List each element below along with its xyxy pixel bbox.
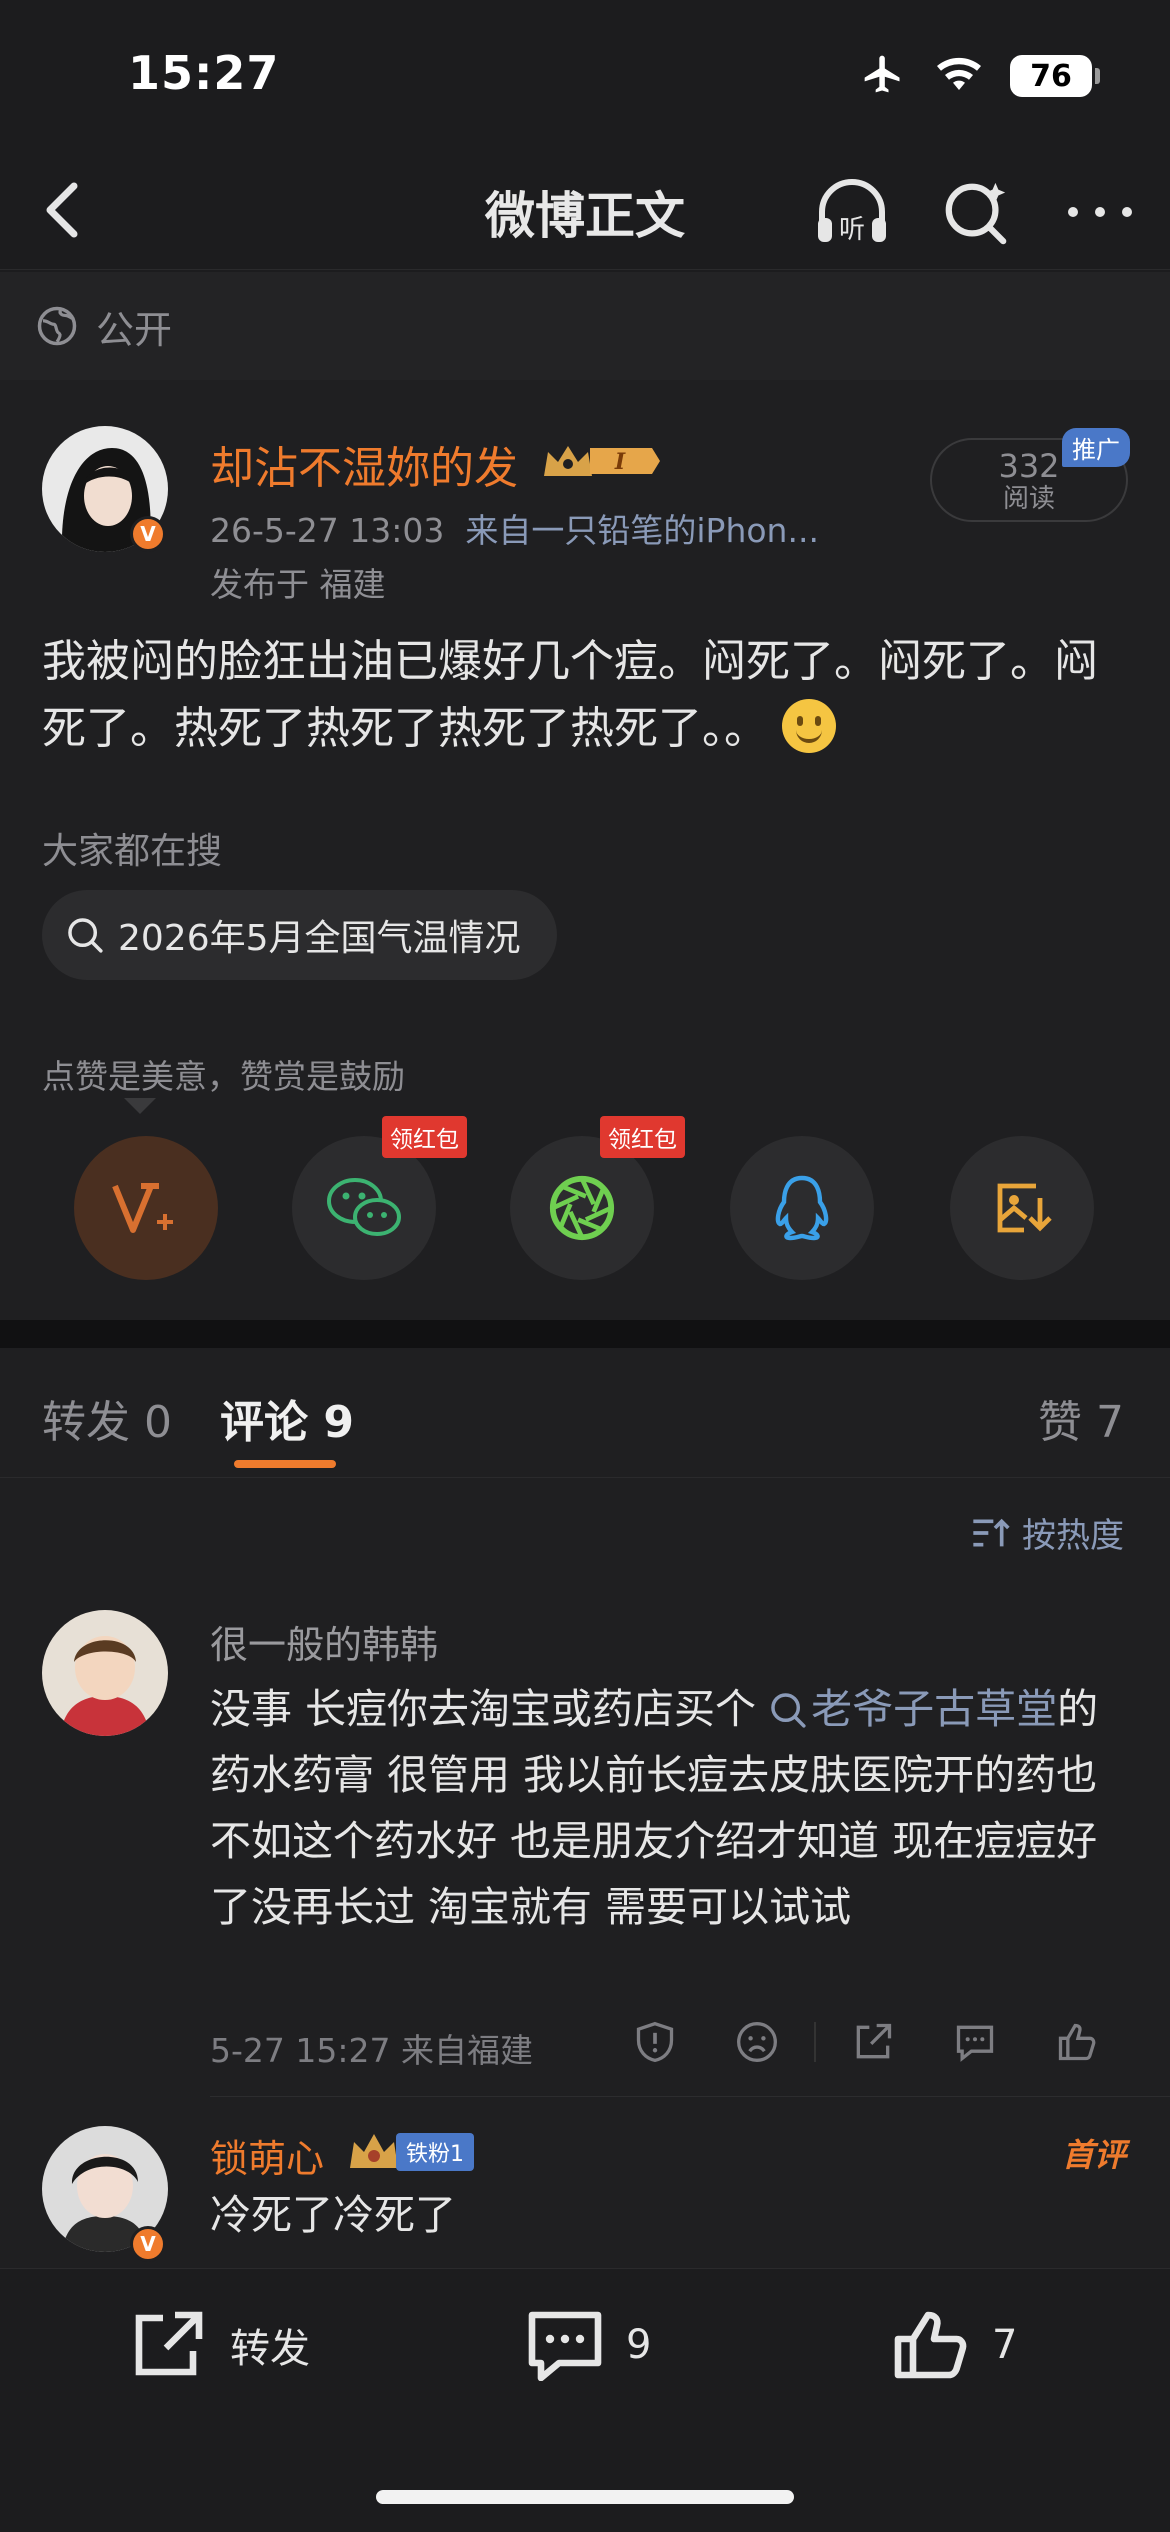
more-dots-icon bbox=[1068, 207, 1132, 217]
comment-actions bbox=[604, 2012, 1128, 2072]
save-image-button[interactable] bbox=[950, 1136, 1094, 1280]
status-bar: 15:27 76 bbox=[0, 0, 1170, 150]
share-qq-button[interactable] bbox=[730, 1136, 874, 1280]
search-button[interactable] bbox=[936, 172, 1016, 252]
visibility-row: 公开 bbox=[0, 272, 1170, 380]
search-icon bbox=[68, 918, 103, 953]
post-location: 发布于 福建 bbox=[210, 565, 386, 604]
battery-indicator: 76 bbox=[1010, 55, 1100, 97]
sad-face-icon bbox=[737, 2022, 777, 2062]
like-count: 7 bbox=[992, 2322, 1018, 2368]
reward-button[interactable] bbox=[74, 1136, 218, 1280]
comment-divider bbox=[210, 2096, 1170, 2097]
active-tab-indicator bbox=[234, 1460, 336, 1468]
status-icons: 76 bbox=[858, 52, 1100, 100]
post-tabs: 转发 0 评论 9 赞 7 bbox=[0, 1348, 1170, 1478]
comment-button[interactable]: 9 bbox=[526, 2309, 651, 2381]
tab-repost[interactable]: 转发 0 bbox=[42, 1386, 172, 1450]
dislike-button[interactable] bbox=[706, 2012, 808, 2072]
verified-badge-icon: V bbox=[130, 516, 166, 552]
fan-badge[interactable]: 铁粉1 bbox=[346, 2130, 474, 2174]
more-button[interactable] bbox=[1060, 172, 1140, 252]
svg-text:听: 听 bbox=[839, 215, 865, 245]
crown-icon bbox=[350, 2134, 398, 2168]
comment-body: 冷死了冷死了 bbox=[210, 2191, 456, 2239]
visibility-label: 公开 bbox=[96, 307, 173, 352]
author-name[interactable]: 却沾不湿妳的发 bbox=[210, 432, 518, 496]
vplus-icon bbox=[112, 1183, 173, 1233]
airplane-icon bbox=[858, 52, 908, 100]
promo-tag[interactable]: 推广 bbox=[1062, 428, 1130, 467]
reply-button[interactable] bbox=[924, 2012, 1026, 2072]
comment-meta: 5-27 15:27 来自福建 bbox=[210, 2031, 533, 2070]
red-packet-tag[interactable]: 领红包 bbox=[382, 1116, 467, 1158]
search-icon bbox=[771, 1693, 806, 1728]
commenter-name[interactable]: 锁萌心 bbox=[210, 2128, 324, 2183]
wifi-icon bbox=[934, 54, 984, 98]
shield-alert-icon bbox=[636, 2021, 674, 2063]
comments-list: 按热度 很一般的韩韩 没事 长痘你去淘宝或药店买个 老爷子古草堂的药水药膏 很管… bbox=[0, 1478, 1170, 2268]
comment-count: 9 bbox=[626, 2322, 652, 2368]
svg-text:I: I bbox=[614, 449, 626, 475]
comment-share-button[interactable] bbox=[822, 2012, 924, 2072]
post-card: V 却沾不湿妳的发 I 26-5-27 13:03 来自一只铅笔的iPhon..… bbox=[0, 380, 1170, 1320]
fan-badge-label: 铁粉1 bbox=[396, 2133, 474, 2171]
comment-like-button[interactable] bbox=[1026, 2012, 1128, 2072]
trending-search-label: 大家都在搜 bbox=[42, 831, 223, 872]
smile-emoji-icon bbox=[782, 699, 836, 753]
nav-bar: 微博正文 听 bbox=[0, 150, 1170, 270]
sort-icon bbox=[973, 1518, 1010, 1546]
share-row: 领红包 领红包 bbox=[0, 1116, 1170, 1286]
thumbs-up-icon bbox=[894, 2311, 967, 2379]
home-indicator[interactable] bbox=[376, 2490, 794, 2504]
sort-label: 按热度 bbox=[1022, 1516, 1124, 1556]
commenter-name[interactable]: 很一般的韩韩 bbox=[210, 1614, 438, 1669]
post-text: 我被闷的脸狂出油已爆好几个痘。闷死了。闷死了。闷死了。热死了热死了热死了热死了。… bbox=[42, 636, 1098, 754]
comment-text: 没事 长痘你去淘宝或药店买个 bbox=[210, 1685, 770, 1733]
comment-icon bbox=[528, 2311, 602, 2381]
search-link-text: 老爷子古草堂 bbox=[811, 1685, 1058, 1733]
tab-comment[interactable]: 评论 9 bbox=[220, 1386, 354, 1450]
commenter-avatar[interactable] bbox=[42, 1610, 168, 1736]
aperture-icon bbox=[549, 1175, 615, 1241]
search-link[interactable]: 老爷子古草堂 bbox=[769, 1685, 1057, 1733]
thumbs-up-icon bbox=[1058, 2023, 1096, 2061]
nav-actions: 听 bbox=[812, 172, 1140, 252]
listen-button[interactable]: 听 bbox=[812, 172, 892, 252]
search-icon bbox=[945, 182, 1007, 245]
comment-body: 没事 长痘你去淘宝或药店买个 老爷子古草堂的药水药膏 很管用 我以前长痘去皮肤医… bbox=[210, 1676, 1130, 1940]
sort-button[interactable]: 按热度 bbox=[970, 1508, 1124, 1557]
status-time: 15:27 bbox=[128, 46, 280, 100]
section-divider bbox=[0, 1320, 1170, 1348]
red-packet-tag[interactable]: 领红包 bbox=[600, 1116, 685, 1158]
post-source[interactable]: 来自一只铅笔的iPhon... bbox=[465, 511, 819, 550]
read-label: 阅读 bbox=[1002, 484, 1055, 514]
member-crown-badge-icon[interactable]: I bbox=[540, 438, 662, 488]
wechat-icon bbox=[327, 1178, 401, 1236]
report-button[interactable] bbox=[604, 2012, 706, 2072]
reward-pointer bbox=[124, 1098, 156, 1114]
share-icon bbox=[135, 2311, 203, 2376]
first-comment-tag: 首评 bbox=[1061, 2136, 1126, 2174]
image-download-icon bbox=[997, 1183, 1052, 1233]
headphones-icon: 听 bbox=[818, 179, 886, 245]
actions-separator bbox=[814, 2022, 816, 2062]
post-meta: 26-5-27 13:03 来自一只铅笔的iPhon... bbox=[210, 504, 819, 552]
post-body: 我被闷的脸狂出油已爆好几个痘。闷死了。闷死了。闷死了。热死了热死了热死了热死了。… bbox=[42, 628, 1132, 762]
verified-badge-icon: V bbox=[130, 2226, 166, 2262]
trending-search-chip[interactable]: 2026年5月全国气温情况 bbox=[42, 890, 557, 980]
comment-icon bbox=[956, 2025, 994, 2062]
tab-like[interactable]: 赞 7 bbox=[1038, 1386, 1124, 1450]
globe-icon bbox=[37, 306, 77, 346]
like-button[interactable]: 7 bbox=[892, 2309, 1017, 2381]
post-timestamp: 26-5-27 13:03 bbox=[210, 511, 445, 550]
repost-label: 转发 bbox=[230, 2326, 310, 2372]
qq-penguin-icon bbox=[775, 1175, 829, 1241]
trending-search-text: 2026年5月全国气温情况 bbox=[118, 918, 521, 959]
reward-hint: 点赞是美意，赞赏是鼓励 bbox=[42, 1057, 405, 1096]
repost-button[interactable]: 转发 bbox=[130, 2309, 310, 2381]
share-icon bbox=[856, 2023, 892, 2059]
